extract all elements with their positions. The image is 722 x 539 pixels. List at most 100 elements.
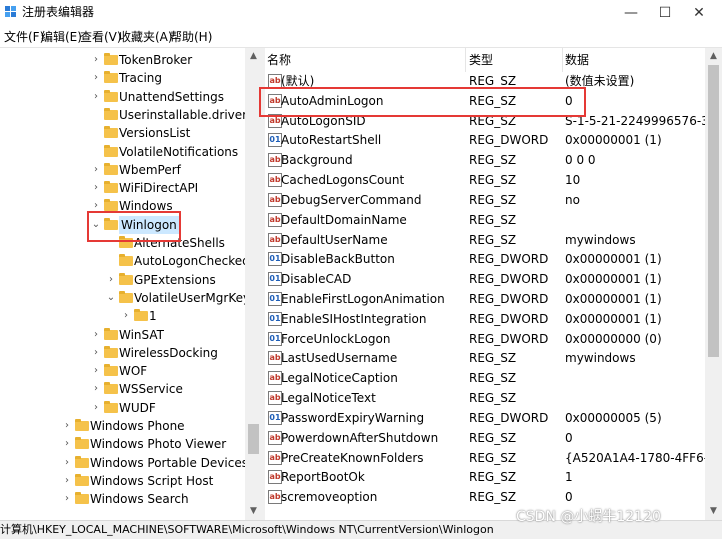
value-row[interactable]: ab LastUsedUsername REG_SZ mywindows	[265, 348, 705, 368]
folder-icon	[104, 126, 118, 139]
chevron-right-icon[interactable]: ›	[62, 417, 72, 435]
tree-item[interactable]: › Windows Portable Devices	[0, 454, 248, 472]
chevron-right-icon[interactable]: ›	[62, 454, 72, 472]
tree-item[interactable]: › Windows Photo Viewer	[0, 435, 245, 453]
value-row[interactable]: ab scremoveoption REG_SZ 0	[265, 487, 705, 507]
chevron-right-icon[interactable]: ›	[91, 69, 101, 87]
column-divider[interactable]	[465, 48, 466, 72]
value-row[interactable]: ab ReportBootOk REG_SZ 1	[265, 467, 705, 487]
close-button[interactable]: ✕	[676, 0, 722, 27]
column-header-name[interactable]: 名称	[265, 48, 465, 72]
scroll-thumb[interactable]	[248, 424, 259, 454]
chevron-right-icon[interactable]: ›	[91, 344, 101, 362]
key-tree[interactable]: › TokenBroker › Tracing › UnattendSettings Use…	[0, 48, 262, 520]
value-type: REG_DWORD	[469, 311, 549, 326]
chevron-right-icon[interactable]: ›	[91, 380, 101, 398]
chevron-right-icon[interactable]: ›	[91, 88, 101, 106]
tree-item-label: 1	[149, 309, 157, 324]
value-row[interactable]: ab PreCreateKnownFolders REG_SZ {A520A1A4-1…	[265, 448, 705, 468]
tree-item[interactable]: › WUDF	[0, 399, 245, 417]
value-type: REG_DWORD	[469, 331, 549, 346]
tree-item[interactable]: VersionsList	[0, 124, 245, 142]
value-row[interactable]: 01 DisableBackButton REG_DWORD 0x00000001 (…	[265, 249, 705, 269]
value-row[interactable]: 01 EnableFirstLogonAnimation REG_DWORD 0x00…	[265, 289, 705, 309]
tree-item[interactable]: › GPExtensions	[0, 271, 245, 289]
chevron-right-icon[interactable]: ›	[121, 307, 131, 325]
tree-item[interactable]: VolatileNotifications	[0, 143, 245, 161]
tree-item[interactable]: › WinSAT	[0, 326, 245, 344]
value-type: REG_SZ	[469, 192, 517, 207]
chevron-right-icon[interactable]: ›	[91, 326, 101, 344]
folder-icon	[104, 382, 118, 395]
value-row[interactable]: 01 PasswordExpiryWarning REG_DWORD 0x000000…	[265, 408, 705, 428]
chevron-right-icon[interactable]: ›	[91, 362, 101, 380]
value-name: DisableCAD	[281, 272, 352, 287]
tree-item[interactable]: › 1	[0, 307, 245, 325]
tree-item[interactable]: › Tracing	[0, 69, 245, 87]
menu-file[interactable]: 文件(F)	[4, 30, 44, 44]
value-row[interactable]: ab LegalNoticeText REG_SZ	[265, 388, 705, 408]
value-row[interactable]: 01 AutoRestartShell REG_DWORD 0x00000001 (1…	[265, 130, 705, 150]
value-type: REG_SZ	[469, 351, 517, 366]
chevron-down-icon[interactable]: ⌄	[106, 289, 116, 307]
value-data: {A520A1A4-1780-4FF6-BD18-	[565, 450, 705, 465]
value-row[interactable]: ab LegalNoticeCaption REG_SZ	[265, 368, 705, 388]
tree-item[interactable]: › Windows Phone	[0, 417, 245, 435]
tree-item[interactable]: › WiFiDirectAPI	[0, 179, 245, 197]
tree-item[interactable]: › UnattendSettings	[0, 88, 245, 106]
value-name: ForceUnlockLogon	[281, 331, 391, 346]
value-row[interactable]: 01 EnableSIHostIntegration REG_DWORD 0x0000…	[265, 309, 705, 329]
scroll-thumb[interactable]	[708, 65, 719, 357]
tree-item[interactable]: › WirelessDocking	[0, 344, 245, 362]
tree-item[interactable]: › Windows Search	[0, 490, 245, 508]
chevron-right-icon[interactable]: ›	[106, 271, 116, 289]
menu-favorites[interactable]: 收藏夹(A)	[119, 30, 173, 44]
value-row[interactable]: ab DebugServerCommand REG_SZ no	[265, 190, 705, 210]
column-header-type[interactable]: 类型	[467, 48, 563, 72]
tree-item[interactable]: › Windows Script Host	[0, 472, 245, 490]
chevron-right-icon[interactable]: ›	[91, 51, 101, 69]
tree-item[interactable]: › TokenBroker	[0, 51, 245, 69]
value-row[interactable]: ab PowerdownAfterShutdown REG_SZ 0	[265, 428, 705, 448]
value-type: REG_SZ	[469, 490, 517, 505]
string-value-icon: ab	[268, 490, 282, 505]
value-row[interactable]: ab Background REG_SZ 0 0 0	[265, 150, 705, 170]
value-row[interactable]: 01 DisableCAD REG_DWORD 0x00000001 (1)	[265, 269, 705, 289]
value-row[interactable]: ab DefaultUserName REG_SZ mywindows	[265, 230, 705, 250]
tree-scrollbar[interactable]: ▲ ▼	[245, 48, 262, 520]
chevron-right-icon[interactable]: ›	[62, 435, 72, 453]
chevron-right-icon[interactable]: ›	[91, 161, 101, 179]
scroll-down-icon[interactable]: ▼	[705, 503, 722, 520]
value-row[interactable]: 01 ForceUnlockLogon REG_DWORD 0x00000000 (0…	[265, 329, 705, 349]
chevron-right-icon[interactable]: ›	[62, 490, 72, 508]
value-row[interactable]: ab CachedLogonsCount REG_SZ 10	[265, 170, 705, 190]
scroll-up-icon[interactable]: ▲	[245, 48, 262, 65]
scroll-up-icon[interactable]: ▲	[705, 48, 722, 65]
tree-item[interactable]: › WOF	[0, 362, 245, 380]
folder-icon	[104, 199, 118, 212]
list-scrollbar[interactable]: ▲ ▼	[705, 48, 722, 520]
watermark: CSDN @小蜗牛12120	[516, 509, 661, 525]
menu-help[interactable]: 帮助(H)	[170, 30, 212, 44]
tree-item[interactable]: › WSService	[0, 380, 245, 398]
folder-icon	[134, 309, 148, 322]
menu-view[interactable]: 查看(V)	[80, 30, 122, 44]
scroll-down-icon[interactable]: ▼	[245, 503, 262, 520]
tree-item[interactable]: Userinstallable.drivers	[0, 106, 253, 124]
tree-item[interactable]: AutoLogonChecked	[0, 252, 250, 270]
folder-icon	[119, 290, 133, 303]
value-data: 0	[565, 430, 573, 445]
tree-item[interactable]: › WbemPerf	[0, 161, 245, 179]
chevron-right-icon[interactable]: ›	[91, 179, 101, 197]
value-type: REG_SZ	[469, 153, 517, 168]
chevron-right-icon[interactable]: ›	[62, 472, 72, 490]
string-value-icon: ab	[268, 470, 282, 485]
chevron-right-icon[interactable]: ›	[91, 399, 101, 417]
tree-item-label: WSService	[119, 382, 183, 397]
value-name: PowerdownAfterShutdown	[281, 430, 439, 445]
value-row[interactable]: ab DefaultDomainName REG_SZ	[265, 210, 705, 230]
folder-icon	[104, 89, 118, 102]
tree-item[interactable]: ⌄ VolatileUserMgrKey	[0, 289, 250, 307]
menu-edit[interactable]: 编辑(E)	[41, 30, 82, 44]
column-header-data[interactable]: 数据	[563, 48, 705, 72]
